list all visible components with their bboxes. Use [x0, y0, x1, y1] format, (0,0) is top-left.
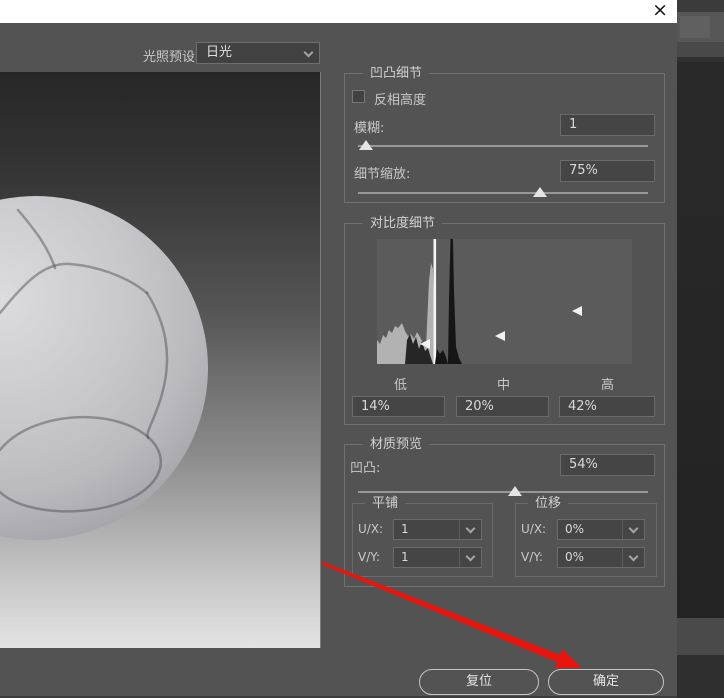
- lighting-preset-value: 日光: [206, 43, 232, 63]
- offset-ux-select[interactable]: 0%: [557, 519, 645, 540]
- tile-ux-value: 1: [401, 520, 409, 539]
- background-canvas: [677, 62, 724, 618]
- select-chevron-zone: [459, 548, 481, 567]
- select-chevron-zone: [622, 520, 644, 539]
- background-panel: [680, 16, 710, 38]
- reset-button[interactable]: 复位: [419, 669, 539, 695]
- invert-height-checkbox[interactable]: [352, 90, 365, 103]
- chevron-down-icon: [304, 48, 314, 58]
- low-input[interactable]: 14%: [352, 396, 445, 417]
- chevron-down-icon: [629, 524, 639, 534]
- histogram-mid-marker[interactable]: [495, 331, 505, 341]
- select-chevron-zone: [622, 548, 644, 567]
- mid-input[interactable]: 20%: [456, 396, 549, 417]
- bump-label: 凹凸:: [350, 457, 380, 476]
- background-panel: [677, 655, 724, 698]
- bump-slider-track[interactable]: [358, 491, 648, 493]
- sphere-seam-lines: [0, 72, 321, 648]
- contrast-detail-legend: 对比度细节: [363, 215, 442, 232]
- offset-vy-value: 0%: [565, 548, 584, 567]
- tile-legend: 平铺: [365, 495, 405, 512]
- histogram-high-marker[interactable]: [572, 306, 582, 316]
- detail-scale-label: 细节缩放:: [354, 163, 410, 182]
- background-panel: [677, 42, 724, 57]
- screen: × 光照预设: 日光 凹凸细节 反相高度 模糊:: [0, 0, 724, 698]
- histogram: [377, 239, 632, 364]
- high-label: 高: [601, 374, 614, 393]
- histogram-graph: [377, 239, 632, 364]
- bump-input[interactable]: 54%: [560, 454, 655, 476]
- offset-vy-select[interactable]: 0%: [557, 547, 645, 568]
- blur-label: 模糊:: [354, 117, 384, 136]
- offset-ux-value: 0%: [565, 520, 584, 539]
- mid-label: 中: [497, 374, 510, 393]
- histogram-low-marker[interactable]: [420, 339, 430, 349]
- tile-vy-label: V/Y:: [358, 550, 380, 564]
- material-preview-legend: 材质预览: [363, 436, 429, 453]
- lighting-preset-label: 光照预设:: [143, 46, 199, 65]
- offset-ux-label: U/X:: [521, 522, 546, 536]
- dialog-titlebar: ×: [0, 0, 677, 23]
- offset-legend: 位移: [528, 495, 568, 512]
- select-chevron-zone: [459, 520, 481, 539]
- invert-height-label: 反相高度: [374, 89, 426, 108]
- chevron-down-icon: [629, 552, 639, 562]
- background-panel: [677, 0, 724, 12]
- lighting-preset-select[interactable]: 日光: [196, 42, 320, 64]
- chevron-down-icon: [466, 552, 476, 562]
- detail-scale-slider-track[interactable]: [358, 192, 648, 194]
- bump-slider-thumb[interactable]: [508, 486, 522, 496]
- tile-ux-label: U/X:: [358, 522, 383, 536]
- tile-vy-select[interactable]: 1: [393, 547, 482, 568]
- tile-vy-value: 1: [401, 548, 409, 567]
- background-panel: [677, 618, 724, 655]
- detail-scale-input[interactable]: 75%: [560, 160, 655, 182]
- chevron-down-icon: [466, 524, 476, 534]
- blur-slider-thumb[interactable]: [359, 140, 373, 150]
- background-window: [677, 0, 724, 698]
- detail-scale-slider-thumb[interactable]: [533, 187, 547, 197]
- bump-detail-legend: 凹凸细节: [363, 65, 429, 82]
- blur-slider-track[interactable]: [358, 145, 648, 147]
- blur-input[interactable]: 1: [560, 114, 655, 136]
- ok-button[interactable]: 确定: [548, 669, 664, 695]
- high-input[interactable]: 42%: [559, 396, 655, 417]
- offset-vy-label: V/Y:: [521, 550, 543, 564]
- texture-dialog: × 光照预设: 日光 凹凸细节 反相高度 模糊:: [0, 0, 677, 698]
- low-label: 低: [394, 374, 407, 393]
- material-preview-canvas[interactable]: [0, 72, 321, 648]
- tile-ux-select[interactable]: 1: [393, 519, 482, 540]
- close-icon[interactable]: ×: [652, 0, 668, 22]
